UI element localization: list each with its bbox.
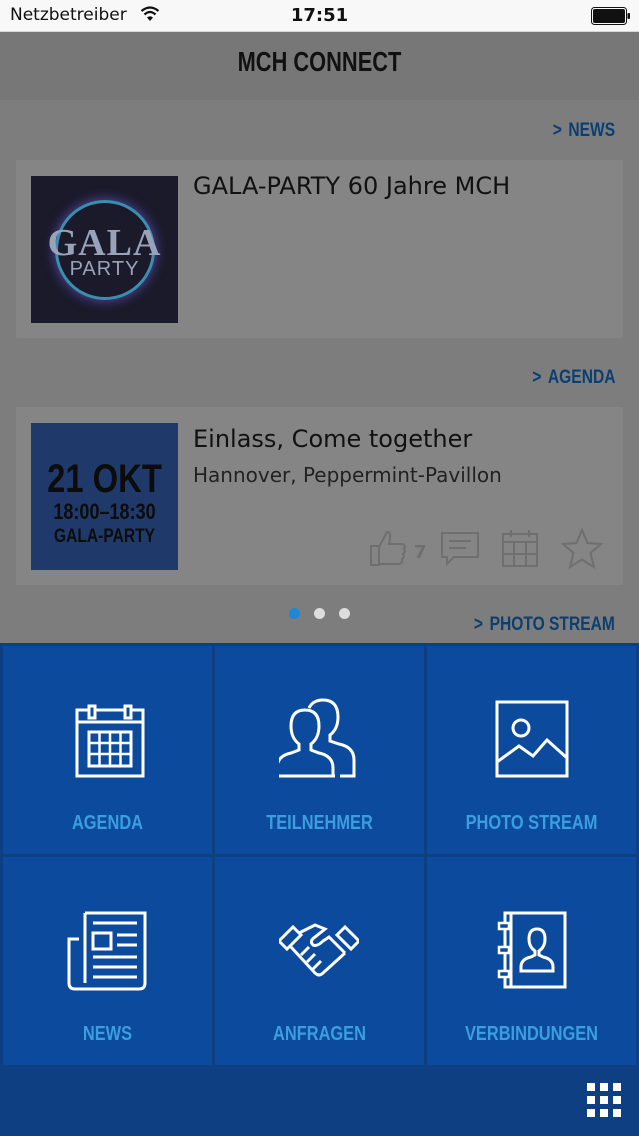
menu-tile-requests[interactable]: ANFRAGEN (215, 857, 424, 1065)
photo-stream-section-link[interactable]: > PHOTO STREAM (474, 614, 615, 636)
menu-label-participants: TEILNEHMER (266, 812, 373, 834)
date-event: GALA-PARTY (54, 526, 155, 547)
bottom-bar (0, 1065, 639, 1136)
menu-label-agenda: AGENDA (71, 812, 144, 834)
contacts-book-icon (497, 911, 567, 989)
status-bar: Netzbetreiber 17:51 (0, 0, 639, 32)
menu-label-connections: VERBINDUNGEN (464, 1023, 599, 1045)
menu-tile-news[interactable]: NEWS (3, 857, 212, 1065)
menu-tile-agenda[interactable]: AGENDA (3, 646, 212, 854)
chevron-right-icon: > (474, 614, 484, 635)
photo-link-label: PHOTO STREAM (489, 614, 615, 635)
date-day: 21 OKT (47, 457, 162, 501)
apps-grid-icon[interactable] (587, 1083, 621, 1117)
chevron-right-icon: > (531, 367, 541, 388)
comment-icon[interactable] (440, 528, 480, 568)
news-link-label: NEWS (568, 120, 615, 141)
date-time: 18:00–18:30 (53, 499, 156, 524)
battery-icon (591, 7, 630, 25)
news-section-link[interactable]: > NEWS (553, 120, 615, 142)
like-count: 7 (414, 542, 427, 563)
clock: 17:51 (290, 5, 349, 26)
menu-tile-participants[interactable]: TEILNEHMER (215, 646, 424, 854)
news-card[interactable]: GALA PARTY GALA-PARTY 60 Jahre MCH (16, 160, 623, 338)
participants-icon (279, 698, 356, 778)
agenda-card-title: Einlass, Come together (193, 425, 473, 453)
news-thumbnail: GALA PARTY (31, 176, 178, 323)
menu-label-photo-stream: PHOTO STREAM (465, 812, 598, 834)
date-thumbnail: 21 OKT 18:00–18:30 GALA-PARTY (31, 423, 178, 570)
like-icon[interactable] (368, 528, 410, 568)
photo-icon (495, 700, 569, 778)
app-header: MCH CONNECT (0, 32, 639, 100)
news-card-title: GALA-PARTY 60 Jahre MCH (193, 172, 511, 200)
menu-tile-connections[interactable]: VERBINDUNGEN (427, 857, 636, 1065)
agenda-card[interactable]: 21 OKT 18:00–18:30 GALA-PARTY Einlass, C… (16, 407, 623, 585)
page-dot-2[interactable] (314, 608, 325, 619)
page-title: MCH CONNECT (237, 46, 402, 77)
thumbnail-party-text: PARTY (69, 258, 140, 280)
page-dot-3[interactable] (339, 608, 350, 619)
newspaper-icon (67, 911, 147, 991)
calendar-icon (75, 704, 145, 778)
menu-label-requests: ANFRAGEN (273, 1023, 366, 1045)
page-dot-1[interactable] (289, 608, 300, 619)
chevron-right-icon: > (552, 120, 562, 141)
dashboard-content: > NEWS GALA PARTY GALA-PARTY 60 Jahre MCH… (0, 100, 639, 642)
menu-tile-photo-stream[interactable]: PHOTO STREAM (427, 646, 636, 854)
calendar-add-icon[interactable] (500, 528, 540, 568)
agenda-section-link[interactable]: > AGENDA (532, 367, 615, 389)
favorite-star-icon[interactable] (560, 528, 604, 570)
agenda-card-location: Hannover, Peppermint-Pavillon (193, 463, 502, 487)
main-menu-grid: AGENDA TEILNEHMER PHOTO STREAM NEWS ANFR… (0, 643, 639, 1065)
menu-label-news: NEWS (82, 1023, 133, 1045)
agenda-link-label: AGENDA (547, 367, 615, 388)
handshake-icon (279, 923, 359, 977)
